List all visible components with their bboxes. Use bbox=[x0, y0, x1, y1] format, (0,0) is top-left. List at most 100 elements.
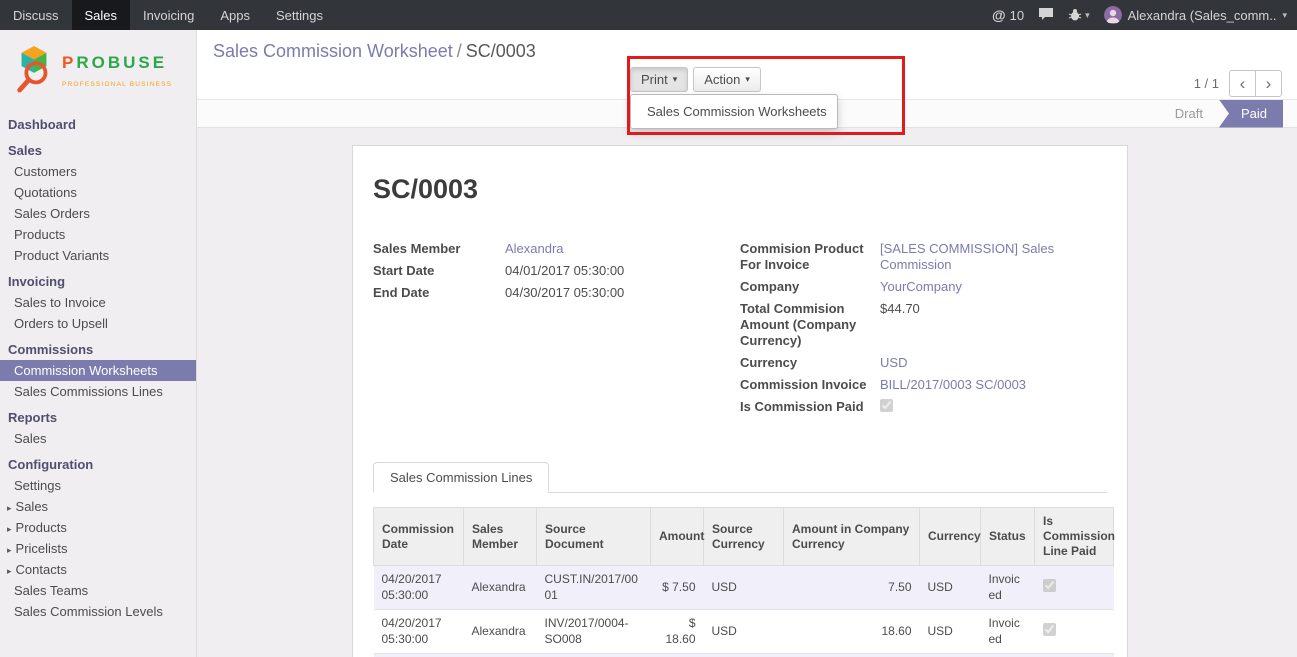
field-label-total-commission-amount: Total Commision Amount (Company Currency… bbox=[740, 301, 880, 349]
sidebar-item-reports-sales[interactable]: Sales bbox=[0, 428, 196, 449]
breadcrumb-parent[interactable]: Sales Commission Worksheet bbox=[213, 41, 453, 61]
user-menu[interactable]: Alexandra (Sales_comm.. ▾ bbox=[1104, 6, 1287, 24]
menu-apps[interactable]: Apps bbox=[207, 0, 263, 30]
line-paid-checkbox bbox=[1043, 579, 1056, 592]
topbar-right: @ 10 ▾ Alexandra (Sales_comm.. ▾ bbox=[992, 6, 1297, 24]
sidebar-item-sales-orders[interactable]: Sales Orders bbox=[0, 203, 196, 224]
sidebar-item-sales-to-invoice[interactable]: Sales to Invoice bbox=[0, 292, 196, 313]
field-group-right: Commision Product For Invoice [SALES COM… bbox=[732, 241, 1107, 422]
sidebar-item-customers[interactable]: Customers bbox=[0, 161, 196, 182]
pager-previous-button[interactable]: ‹ bbox=[1229, 70, 1256, 97]
sidebar-section-configuration[interactable]: Configuration bbox=[0, 454, 196, 475]
field-value-company[interactable]: YourCompany bbox=[880, 279, 1107, 295]
top-menu: Discuss Sales Invoicing Apps Settings bbox=[0, 0, 336, 30]
pager-next-button[interactable]: › bbox=[1255, 70, 1282, 97]
table-row[interactable]: 04/20/2017 05:30:00 Alexandra CUST.IN/20… bbox=[374, 566, 1114, 610]
status-state-paid: Paid bbox=[1219, 100, 1283, 128]
sidebar-section-reports[interactable]: Reports bbox=[0, 407, 196, 428]
sidebar-item-config-contacts[interactable]: ▸Contacts bbox=[0, 559, 196, 580]
column-header-source-document[interactable]: Source Document bbox=[537, 508, 651, 566]
sidebar-section-commissions[interactable]: Commissions bbox=[0, 339, 196, 360]
bug-icon bbox=[1068, 7, 1082, 24]
column-header-commission-date[interactable]: Commission Date bbox=[374, 508, 464, 566]
pager-value: 1 / 1 bbox=[1194, 76, 1219, 91]
sidebar-item-config-products[interactable]: ▸Products bbox=[0, 517, 196, 538]
field-value-commission-invoice[interactable]: BILL/2017/0003 SC/0003 bbox=[880, 377, 1107, 393]
menu-item-sales-commission-worksheets[interactable]: Sales Commission Worksheets bbox=[631, 99, 837, 124]
chevron-right-icon: ▸ bbox=[7, 503, 12, 513]
cell-source-currency: USD bbox=[704, 610, 784, 654]
sidebar-section-sales[interactable]: Sales bbox=[0, 140, 196, 161]
chat-icon bbox=[1038, 7, 1054, 24]
caret-down-icon: ▾ bbox=[673, 74, 678, 85]
sidebar-item-dashboard[interactable]: Dashboard bbox=[0, 114, 196, 135]
sidebar-section-invoicing[interactable]: Invoicing bbox=[0, 271, 196, 292]
column-header-source-currency[interactable]: Source Currency bbox=[704, 508, 784, 566]
column-header-status[interactable]: Status bbox=[981, 508, 1035, 566]
print-dropdown-menu: Sales Commission Worksheets bbox=[630, 94, 838, 129]
debug-menu-button[interactable]: ▾ bbox=[1068, 7, 1090, 24]
mentions-button[interactable]: @ 10 bbox=[992, 7, 1024, 23]
cell-currency: USD bbox=[920, 566, 981, 610]
sidebar-item-sales-commissions-lines[interactable]: Sales Commissions Lines bbox=[0, 381, 196, 402]
is-commission-paid-checkbox bbox=[880, 399, 893, 412]
menu-sales[interactable]: Sales bbox=[72, 0, 131, 30]
messages-button[interactable] bbox=[1038, 7, 1054, 24]
field-value-currency[interactable]: USD bbox=[880, 355, 1107, 371]
sidebar-item-quotations[interactable]: Quotations bbox=[0, 182, 196, 203]
app-logo[interactable]: PROBUSE PROFESSIONAL BUSINESS bbox=[0, 30, 196, 109]
cell-source-document: INV/2017/0004-SO008 bbox=[537, 610, 651, 654]
button-area: Print ▾ Action ▾ bbox=[630, 67, 761, 92]
field-label-is-commission-paid: Is Commission Paid bbox=[740, 399, 880, 415]
cell-status: Invoiced bbox=[981, 566, 1035, 610]
column-header-is-commission-line-paid[interactable]: Is Commission Line Paid bbox=[1035, 508, 1114, 566]
action-button[interactable]: Action ▾ bbox=[693, 67, 761, 92]
cell-amount-company-currency: 7.50 bbox=[784, 566, 920, 610]
logo-subtitle: PROFESSIONAL BUSINESS bbox=[62, 81, 172, 88]
caret-down-icon: ▾ bbox=[745, 74, 750, 85]
sidebar-item-orders-to-upsell[interactable]: Orders to Upsell bbox=[0, 313, 196, 334]
tab-sales-commission-lines[interactable]: Sales Commission Lines bbox=[373, 462, 549, 493]
field-label-commission-invoice: Commission Invoice bbox=[740, 377, 880, 393]
breadcrumb-current: SC/0003 bbox=[466, 41, 536, 61]
column-header-amount-company-currency[interactable]: Amount in Company Currency bbox=[784, 508, 920, 566]
field-label-sales-member: Sales Member bbox=[373, 241, 505, 257]
at-icon: @ bbox=[992, 7, 1006, 23]
main-area: Sales Commission Worksheet/SC/0003 Print… bbox=[197, 30, 1297, 657]
menu-discuss[interactable]: Discuss bbox=[0, 0, 72, 30]
cell-line-paid bbox=[1035, 566, 1114, 610]
cell-commission-date: 04/20/2017 05:30:00 bbox=[374, 566, 464, 610]
sidebar-item-product-variants[interactable]: Product Variants bbox=[0, 245, 196, 266]
field-value-sales-member[interactable]: Alexandra bbox=[505, 241, 732, 257]
print-button[interactable]: Print ▾ bbox=[630, 67, 688, 92]
sidebar-item-sales-commission-levels[interactable]: Sales Commission Levels bbox=[0, 601, 196, 622]
commission-lines-table: Commission Date Sales Member Source Docu… bbox=[373, 507, 1114, 657]
sidebar-item-sales-teams[interactable]: Sales Teams bbox=[0, 580, 196, 601]
menu-settings[interactable]: Settings bbox=[263, 0, 336, 30]
menu-invoicing[interactable]: Invoicing bbox=[130, 0, 207, 30]
sidebar-item-config-pricelists[interactable]: ▸Pricelists bbox=[0, 538, 196, 559]
field-group-left: Sales Member Alexandra Start Date 04/01/… bbox=[373, 241, 732, 422]
field-label-company: Company bbox=[740, 279, 880, 295]
chevron-right-icon: ▸ bbox=[7, 524, 12, 534]
logo-icon bbox=[12, 44, 56, 99]
column-header-currency[interactable]: Currency bbox=[920, 508, 981, 566]
field-value-commission-product[interactable]: [SALES COMMISSION] Sales Commission bbox=[880, 241, 1107, 273]
field-label-start-date: Start Date bbox=[373, 263, 505, 279]
breadcrumb: Sales Commission Worksheet/SC/0003 bbox=[197, 30, 1297, 62]
sidebar-item-config-sales[interactable]: ▸Sales bbox=[0, 496, 196, 517]
logo-text: PROBUSE bbox=[62, 53, 172, 73]
table-row[interactable]: 04/20/2017 05:30:00 Alexandra INV/2017/0… bbox=[374, 610, 1114, 654]
cell-status: Invoiced bbox=[981, 610, 1035, 654]
column-header-amount[interactable]: Amount bbox=[651, 508, 704, 566]
sidebar-item-products[interactable]: Products bbox=[0, 224, 196, 245]
cell-source-document: CUST.IN/2017/0001 bbox=[537, 566, 651, 610]
field-value-start-date: 04/01/2017 05:30:00 bbox=[505, 263, 732, 279]
line-paid-checkbox bbox=[1043, 623, 1056, 636]
field-groups: Sales Member Alexandra Start Date 04/01/… bbox=[373, 241, 1107, 422]
column-header-sales-member[interactable]: Sales Member bbox=[464, 508, 537, 566]
sidebar-item-commission-worksheets[interactable]: Commission Worksheets bbox=[0, 360, 196, 381]
breadcrumb-separator: / bbox=[457, 41, 462, 61]
mention-count: 10 bbox=[1010, 8, 1024, 23]
sidebar-item-settings[interactable]: Settings bbox=[0, 475, 196, 496]
